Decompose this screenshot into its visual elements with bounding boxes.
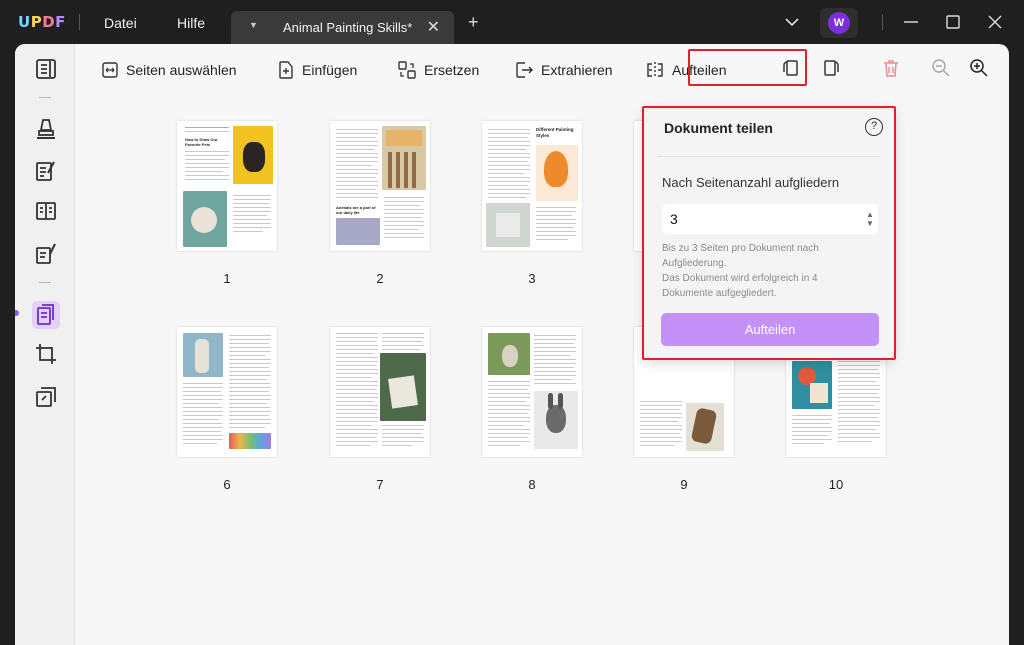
split-icon — [647, 62, 663, 78]
reader-icon[interactable] — [34, 57, 58, 81]
page-number: 9 — [680, 477, 688, 492]
thumbnail-image — [380, 353, 426, 421]
updf-logo: UPDF — [18, 13, 66, 31]
insert-page-icon — [279, 61, 293, 79]
page-number: 3 — [528, 271, 536, 286]
tab-close-icon[interactable]: ✕ — [427, 17, 440, 37]
chevron-down-icon[interactable] — [784, 14, 800, 30]
replace-button[interactable]: Ersetzen — [398, 58, 479, 82]
extract-label: Extrahieren — [541, 62, 613, 78]
page-number: 8 — [528, 477, 536, 492]
page-heading: Different Painting Styles — [536, 127, 574, 138]
thumbnail-image — [534, 391, 578, 449]
account-avatar[interactable]: W — [820, 8, 858, 38]
crop-icon[interactable] — [34, 342, 58, 366]
form-icon[interactable] — [34, 199, 58, 223]
page-number: 10 — [828, 477, 844, 492]
thumbnail-image — [486, 203, 530, 247]
zoom-out-icon[interactable] — [931, 58, 951, 78]
thumbnail-image — [488, 333, 530, 375]
replace-icon — [398, 61, 416, 79]
rotate-left-icon[interactable] — [780, 58, 800, 78]
select-pages-icon — [102, 62, 118, 78]
comment-highlighter-icon[interactable] — [34, 117, 58, 141]
document-tab-title: Animal Painting Skills* — [283, 20, 413, 35]
thumbnail-image — [792, 361, 832, 409]
tools-icon[interactable] — [34, 385, 58, 409]
avatar-initial: W — [828, 12, 850, 34]
page-thumbnail[interactable] — [177, 327, 277, 457]
close-window-icon[interactable] — [988, 15, 1002, 29]
zoom-in-icon[interactable] — [969, 58, 989, 78]
title-separator — [882, 14, 883, 30]
panel-highlight — [642, 106, 896, 360]
page-thumbnail[interactable] — [330, 327, 430, 457]
organize-pages-icon[interactable] — [34, 303, 58, 327]
thumbnail-image — [686, 403, 724, 451]
extract-icon — [516, 62, 533, 78]
page-number: 6 — [223, 477, 231, 492]
thumbnail-image — [336, 218, 380, 245]
document-tab[interactable]: ▼ Animal Painting Skills* ✕ — [231, 11, 454, 44]
page-thumbnail[interactable]: Animals are a part of our daily life — [330, 121, 430, 251]
left-toolbar — [15, 44, 75, 645]
title-bar: UPDF Datei Hilfe ▼ Animal Painting Skill… — [0, 0, 1024, 44]
thumbnail-image — [229, 433, 271, 449]
thumbnail-image — [233, 126, 273, 184]
extract-button[interactable]: Extrahieren — [515, 58, 613, 82]
title-separator — [79, 14, 80, 30]
thumbnail-image — [183, 191, 227, 247]
page-number: 1 — [223, 271, 231, 286]
delete-icon[interactable] — [882, 58, 900, 78]
minimize-icon[interactable] — [903, 14, 919, 30]
page-thumbnail[interactable] — [482, 327, 582, 457]
new-tab-icon[interactable]: + — [468, 13, 479, 31]
rotate-right-icon[interactable] — [822, 58, 842, 78]
page-heading: How to Draw Our Favorite Pets — [185, 137, 218, 147]
active-indicator — [15, 310, 19, 316]
insert-label: Einfügen — [302, 62, 358, 78]
sidebar-separator — [39, 282, 51, 283]
select-pages-label: Seiten auswählen — [126, 62, 237, 78]
thumbnail-image — [536, 145, 578, 201]
page-heading: Animals are a part of our daily life — [336, 205, 376, 215]
fill-sign-icon[interactable] — [34, 242, 58, 266]
organize-toolbar: Seiten auswählen Einfügen Ersetzen Extra… — [75, 44, 1009, 96]
insert-button[interactable]: Einfügen — [278, 58, 357, 82]
page-number: 2 — [376, 271, 384, 286]
page-thumbnail[interactable]: Different Painting Styles — [482, 121, 582, 251]
thumbnail-image — [382, 126, 426, 190]
page-number: 7 — [376, 477, 384, 492]
replace-label: Ersetzen — [424, 62, 480, 78]
thumbnail-image — [183, 333, 223, 377]
sidebar-separator — [39, 97, 51, 98]
select-pages-button[interactable]: Seiten auswählen — [102, 58, 237, 82]
page-thumbnail[interactable]: How to Draw Our Favorite Pets — [177, 121, 277, 251]
menu-file[interactable]: Datei — [104, 15, 137, 31]
maximize-icon[interactable] — [946, 15, 960, 29]
menu-help[interactable]: Hilfe — [177, 15, 205, 31]
tab-dropdown-icon[interactable]: ▼ — [249, 20, 258, 30]
edit-pdf-icon[interactable] — [34, 159, 58, 183]
